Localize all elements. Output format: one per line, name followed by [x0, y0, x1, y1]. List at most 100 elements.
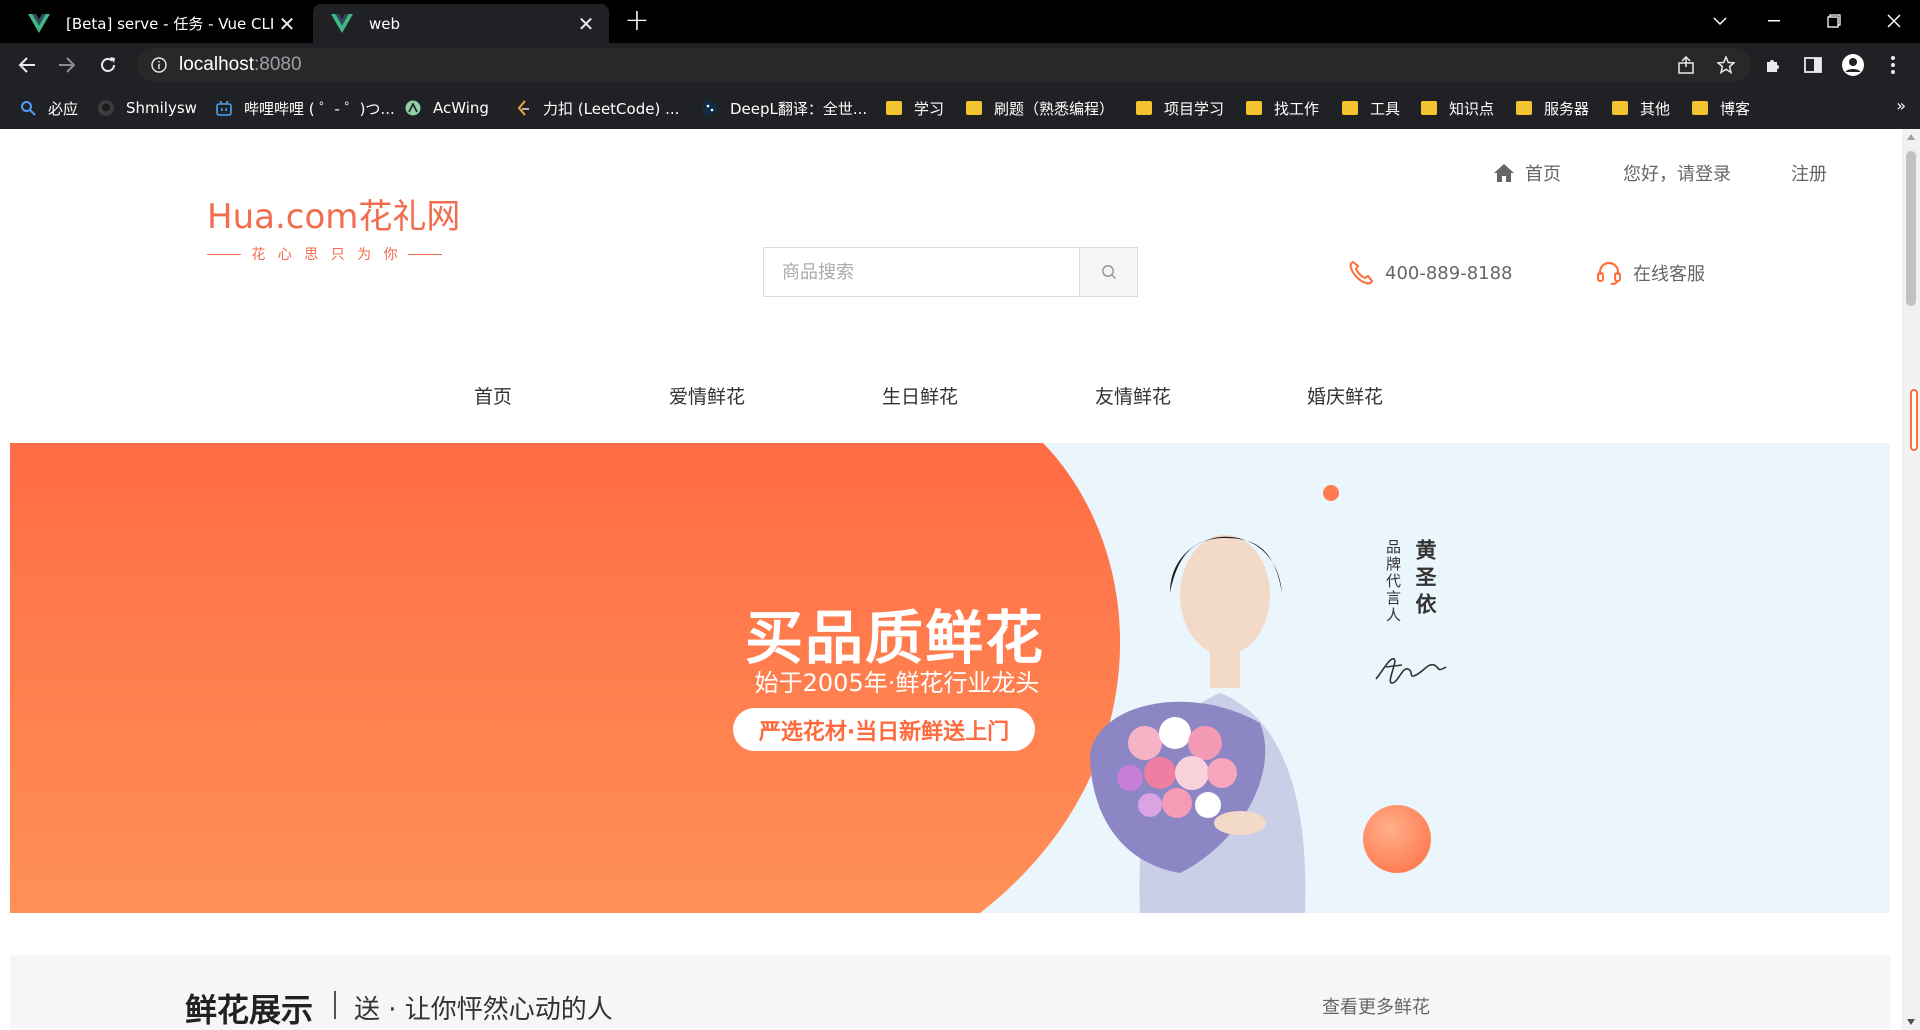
github-icon	[98, 100, 114, 116]
bookmark-folder-projects[interactable]: 项目学习	[1136, 96, 1224, 120]
banner-subline: 始于2005年·鲜花行业龙头	[754, 669, 1040, 697]
bookmark-folder-study[interactable]: 学习	[886, 96, 944, 120]
nav-wedding-flowers[interactable]: 婚庆鲜花	[1307, 382, 1383, 412]
new-tab-button[interactable]: +	[622, 6, 652, 36]
bookmark-label: 知识点	[1449, 99, 1495, 118]
slogan-line-right	[407, 253, 442, 255]
showcase-title: 鲜花展示	[185, 991, 314, 1029]
folder-icon	[1612, 101, 1628, 115]
minimize-icon[interactable]	[1752, 4, 1796, 38]
bookmark-label: 学习	[914, 99, 945, 118]
deepl-icon	[703, 100, 717, 116]
bookmark-folder-tools[interactable]: 工具	[1342, 96, 1400, 120]
url-text: localhost:8080	[179, 54, 302, 76]
nav-friendship-flowers[interactable]: 友情鲜花	[1095, 382, 1171, 412]
headset-icon	[1597, 261, 1621, 285]
address-bar[interactable]: localhost:8080	[137, 48, 1751, 82]
tab-search-icon[interactable]	[1698, 4, 1742, 38]
bookmark-folder-jobs[interactable]: 找工作	[1246, 96, 1319, 120]
page-viewport: 首页 您好，请登录 注册 Hua.com花礼网 花 心 思 只 为 你 400-…	[0, 129, 1902, 1030]
hotline-number: 400-889-8188	[1385, 262, 1513, 284]
close-icon[interactable]: ✕	[573, 11, 599, 37]
bookmark-label: 服务器	[1544, 99, 1590, 118]
site-logo[interactable]: Hua.com花礼网 花 心 思 只 为 你	[207, 189, 460, 263]
side-panel-icon[interactable]	[1797, 49, 1829, 81]
register-link[interactable]: 注册	[1791, 161, 1827, 185]
url-host: localhost	[179, 54, 254, 75]
side-panel-handle[interactable]	[1910, 389, 1918, 451]
share-icon[interactable]	[1669, 48, 1703, 82]
folder-icon	[1692, 101, 1708, 115]
url-port: :8080	[254, 54, 302, 75]
showcase-divider	[334, 991, 336, 1019]
signature-icon	[1375, 658, 1447, 684]
page-scrollbar[interactable]	[1902, 129, 1920, 1030]
tab-vue-cli[interactable]: [Beta] serve - 任务 - Vue CLI ✕	[10, 4, 310, 43]
scroll-down-arrow-icon[interactable]	[1907, 1019, 1915, 1025]
vue-logo-icon	[26, 12, 52, 36]
tab-web[interactable]: web ✕	[313, 4, 609, 43]
bookmark-leetcode[interactable]: 力扣 (LeetCode) ...	[515, 96, 679, 120]
bookmark-star-icon[interactable]	[1709, 48, 1743, 82]
bookmarks-overflow-icon[interactable]: »	[1896, 96, 1906, 115]
nav-birthday-flowers[interactable]: 生日鲜花	[882, 382, 958, 412]
bing-icon	[21, 101, 36, 116]
bookmarks-bar: 必应 Shmilysw 哔哩哔哩 ( ゜- ゜)つ... AcWing 力扣 (…	[0, 87, 1920, 129]
tab-title: [Beta] serve - 任务 - Vue CLI	[66, 15, 274, 33]
bookmark-deepl[interactable]: DeepL翻译：全世...	[702, 96, 867, 120]
search-icon	[1101, 265, 1116, 280]
ambassador-name: 黄圣依	[1413, 539, 1437, 620]
bookmark-folder-other[interactable]: 其他	[1612, 96, 1670, 120]
scrollbar-thumb[interactable]	[1906, 151, 1916, 306]
folder-icon	[1421, 101, 1437, 115]
bookmark-label: 工具	[1370, 99, 1401, 118]
hotline[interactable]: 400-889-8188	[1347, 258, 1513, 288]
folder-icon	[1516, 101, 1532, 115]
bookmark-github[interactable]: Shmilysw	[98, 96, 197, 120]
bookmark-label: 力扣 (LeetCode) ...	[543, 99, 680, 118]
profile-avatar-icon[interactable]	[1837, 49, 1869, 81]
home-icon	[1494, 164, 1514, 182]
bookmark-label: AcWing	[433, 99, 489, 117]
logo-slogan: 花 心 思 只 为 你	[251, 247, 402, 263]
close-icon[interactable]: ✕	[274, 11, 300, 37]
bookmark-bilibili[interactable]: 哔哩哔哩 ( ゜- ゜)つ...	[216, 96, 395, 120]
bookmark-folder-blog[interactable]: 博客	[1692, 96, 1750, 120]
folder-icon	[886, 101, 902, 115]
bookmark-folder-practice[interactable]: 刷题（熟悉编程）	[966, 96, 1114, 120]
nav-home[interactable]: 首页	[474, 382, 512, 412]
bookmark-label: 刷题（熟悉编程）	[994, 99, 1115, 118]
banner-pill: 严选花材·当日新鲜送上门	[733, 708, 1035, 751]
nav-love-flowers[interactable]: 爱情鲜花	[669, 382, 745, 412]
extensions-icon[interactable]	[1757, 49, 1789, 81]
browser-toolbar: localhost:8080	[0, 43, 1920, 87]
search-box	[763, 247, 1138, 297]
view-more-flowers-link[interactable]: 查看更多鲜花	[1322, 993, 1430, 1019]
vue-logo-icon	[329, 12, 355, 36]
restore-icon[interactable]	[1812, 4, 1856, 38]
scroll-up-arrow-icon[interactable]	[1907, 134, 1915, 140]
bookmark-folder-server[interactable]: 服务器	[1516, 96, 1589, 120]
site-info-icon[interactable]	[151, 57, 167, 73]
bookmark-label: 其他	[1640, 99, 1671, 118]
online-service[interactable]: 在线客服	[1595, 258, 1705, 288]
search-button[interactable]	[1079, 248, 1137, 296]
ambassador-title: 品牌代言人	[1384, 539, 1402, 624]
bookmark-acwing[interactable]: AcWing	[405, 96, 489, 120]
home-link[interactable]: 首页	[1493, 161, 1561, 185]
login-link[interactable]: 您好，请登录	[1623, 161, 1731, 185]
bookmark-folder-knowledge[interactable]: 知识点	[1421, 96, 1494, 120]
ambassador-figure	[1090, 535, 1306, 913]
back-icon[interactable]	[11, 49, 43, 81]
phone-icon	[1349, 260, 1374, 285]
search-input[interactable]	[764, 248, 1079, 296]
slogan-line-left	[207, 253, 242, 255]
tab-title: web	[369, 14, 401, 33]
reload-icon[interactable]	[92, 49, 124, 81]
hero-banner[interactable]: 买品质鲜花 始于2005年·鲜花行业龙头 严选花材·当日新鲜送上门 黄圣依 品牌…	[10, 443, 1890, 913]
folder-icon	[1342, 101, 1358, 115]
menu-kebab-icon[interactable]	[1877, 49, 1909, 81]
bookmark-bing[interactable]: 必应	[20, 96, 78, 120]
forward-icon[interactable]	[51, 49, 83, 81]
window-close-icon[interactable]	[1872, 4, 1916, 38]
